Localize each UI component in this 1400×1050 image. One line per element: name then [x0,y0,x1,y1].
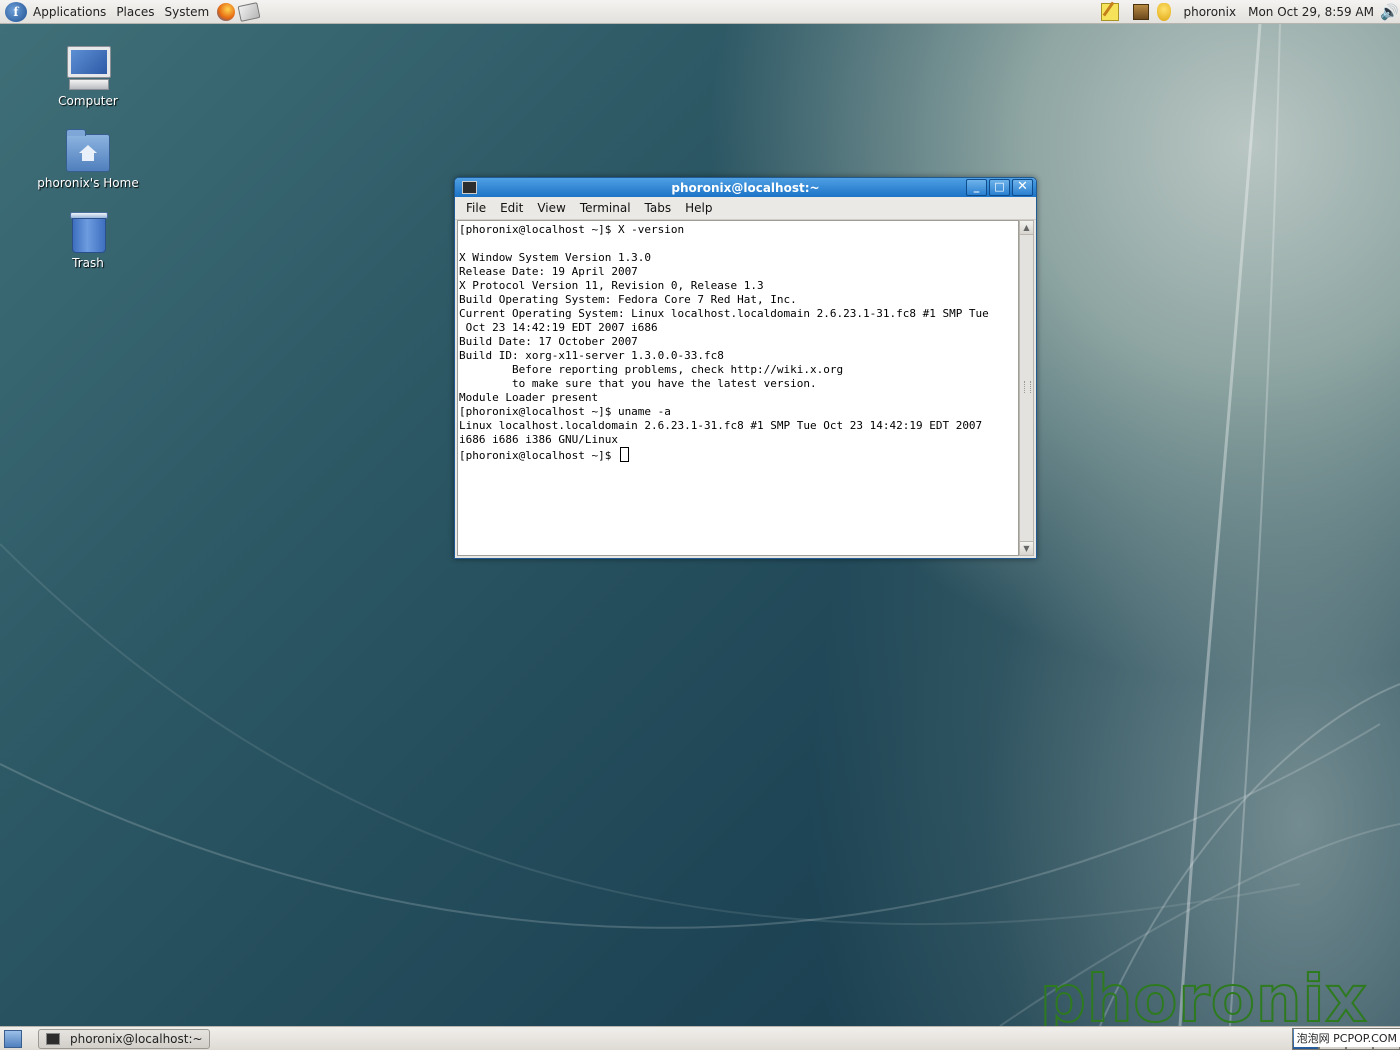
terminal-scrollbar[interactable]: ▲ ▼ [1019,220,1034,556]
close-button[interactable]: ✕ [1012,179,1033,196]
terminal-line: Release Date: 19 April 2007 [459,265,638,278]
terminal-icon [46,1032,60,1045]
menu-file[interactable]: File [466,201,486,215]
menu-terminal[interactable]: Terminal [580,201,631,215]
minimize-button[interactable]: _ [966,179,987,196]
desktop-icon-label: Computer [58,94,118,108]
terminal-line: X Window System Version 1.3.0 [459,251,652,264]
scroll-up-arrow-icon[interactable]: ▲ [1020,221,1033,235]
firefox-icon[interactable] [217,2,236,21]
terminal-line: [phoronix@localhost ~]$ uname -a [459,405,671,418]
package-icon[interactable] [1133,3,1150,20]
menu-system[interactable]: System [164,5,209,19]
terminal-line: Build ID: xorg-x11-server 1.3.0.0-33.fc8 [459,349,724,362]
terminal-output[interactable]: [phoronix@localhost ~]$ X -version X Win… [457,220,1019,556]
panel-tray: phoronix Mon Oct 29, 8:59 AM 🔊 [1101,0,1400,24]
terminal-line: Module Loader present [459,391,599,404]
window-controls: _ □ ✕ [966,179,1033,196]
scroll-down-arrow-icon[interactable]: ▼ [1020,541,1033,555]
bottom-panel: phoronix@localhost:~ [0,1026,1400,1050]
menu-places[interactable]: Places [116,5,154,19]
terminal-window: phoronix@localhost:~ _ □ ✕ File Edit Vie… [454,177,1037,559]
menu-edit[interactable]: Edit [500,201,523,215]
top-panel: f Applications Places System phoronix Mo… [0,0,1400,24]
menu-tabs[interactable]: Tabs [645,201,672,215]
desktop-icon-label: phoronix's Home [37,176,139,190]
site-credit: 泡泡网 PCPOP.COM [1293,1029,1400,1047]
terminal-line: Build Operating System: Fedora Core 7 Re… [459,293,797,306]
terminal-line: Oct 23 14:42:19 EDT 2007 i686 [459,321,658,334]
terminal-prompt: [phoronix@localhost ~]$ [459,449,618,462]
desktop-icon-computer[interactable]: Computer [28,46,148,108]
terminal-text: [phoronix@localhost ~]$ X -version X Win… [458,221,1018,463]
terminal-line: X Protocol Version 11, Revision 0, Relea… [459,279,764,292]
trash-icon [70,212,108,253]
terminal-line: Linux localhost.localdomain 2.6.23.1-31.… [459,419,983,432]
terminal-line: to make sure that you have the latest ve… [459,377,817,390]
notes-icon[interactable] [1101,2,1120,21]
terminal-line: i686 i686 i386 GNU/Linux [459,433,618,446]
panel-username[interactable]: phoronix [1183,5,1236,19]
terminal-line: [phoronix@localhost ~]$ X -version [459,223,685,236]
terminal-line: Build Date: 17 October 2007 [459,335,638,348]
taskbar-button-terminal[interactable]: phoronix@localhost:~ [38,1028,210,1049]
mail-icon[interactable] [237,1,261,22]
desktop-icon-trash[interactable]: Trash [28,212,148,270]
text-cursor [619,447,629,462]
home-folder-icon [66,129,110,172]
terminal-menubar: File Edit View Terminal Tabs Help [455,197,1036,220]
volume-icon[interactable]: 🔊 [1380,3,1399,21]
panel-clock[interactable]: Mon Oct 29, 8:59 AM [1248,5,1374,19]
menu-applications[interactable]: Applications [33,5,106,19]
terminal-line: Before reporting problems, check http://… [459,363,844,376]
taskbar-button-label: phoronix@localhost:~ [70,1031,203,1046]
terminal-line: Current Operating System: Linux localhos… [459,307,989,320]
desktop-icon-label: Trash [72,256,104,270]
desktop-icon-home[interactable]: phoronix's Home [28,129,148,190]
window-title: phoronix@localhost:~ [671,180,820,195]
menu-view[interactable]: View [537,201,565,215]
terminal-icon[interactable] [462,181,477,194]
window-titlebar[interactable]: phoronix@localhost:~ _ □ ✕ [455,178,1036,197]
computer-icon [65,46,111,90]
menu-help[interactable]: Help [685,201,712,215]
show-desktop-icon[interactable] [4,1029,22,1048]
phoronix-watermark: phoronix [1039,963,1368,1037]
scrollbar-grip[interactable] [1024,381,1031,393]
shield-icon[interactable] [1157,2,1172,21]
maximize-button[interactable]: □ [989,179,1010,196]
fedora-logo-icon[interactable]: f [5,1,27,22]
